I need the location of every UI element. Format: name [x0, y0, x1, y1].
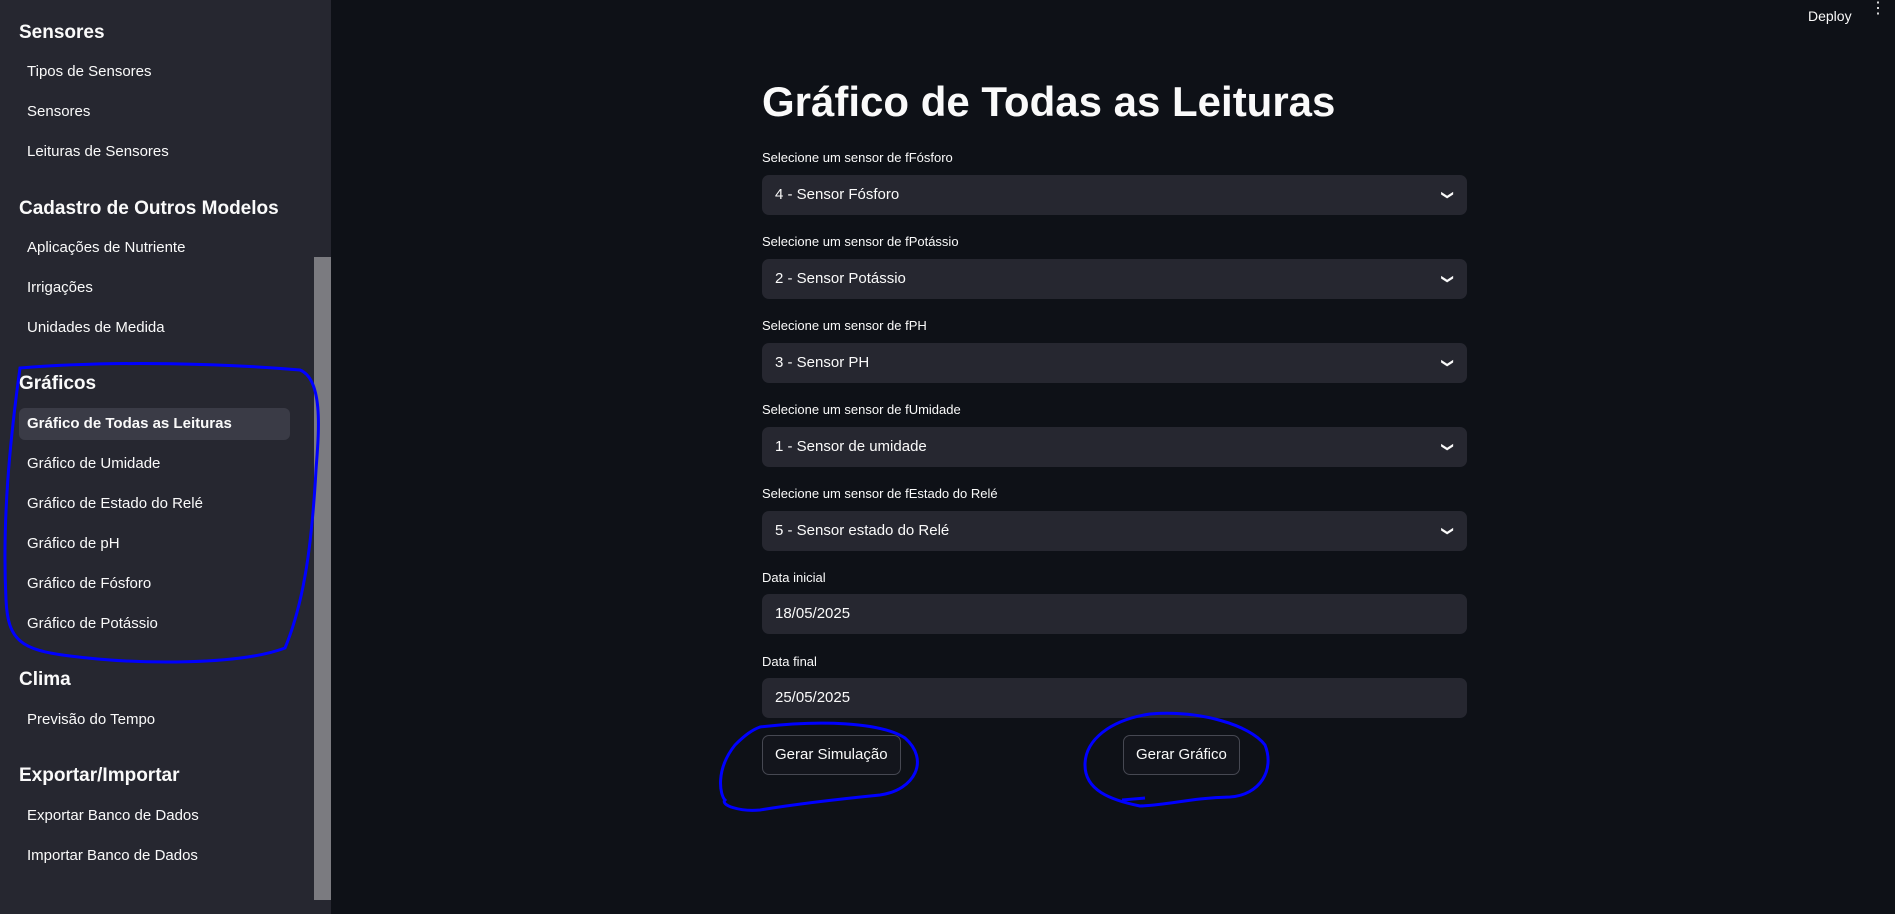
sidebar-item-unidades[interactable]: Unidades de Medida: [19, 312, 290, 344]
sidebar-item-aplicacoes[interactable]: Aplicações de Nutriente: [19, 232, 290, 264]
sidebar-scrollbar[interactable]: [314, 257, 331, 900]
select-label-rele: Selecione um sensor de fEstado do Relé: [762, 486, 998, 501]
chevron-down-icon: ❯: [1440, 525, 1455, 537]
sidebar-item-sensores[interactable]: Sensores: [19, 96, 290, 128]
chevron-down-icon: ❯: [1440, 357, 1455, 369]
select-value: 3 - Sensor PH: [775, 354, 870, 371]
sidebar-item-exportar[interactable]: Exportar Banco de Dados: [19, 800, 290, 832]
chevron-down-icon: ❯: [1440, 273, 1455, 285]
sidebar-item-fosforo[interactable]: Gráfico de Fósforo: [19, 568, 290, 600]
section-graficos: Gráficos: [19, 373, 97, 394]
select-ph[interactable]: 3 - Sensor PH ❯: [762, 343, 1467, 383]
sidebar-item-ph[interactable]: Gráfico de pH: [19, 528, 290, 560]
section-cadastro: Cadastro de Outros Modelos: [19, 198, 279, 219]
sidebar-item-importar[interactable]: Importar Banco de Dados: [19, 840, 290, 872]
select-value: 5 - Sensor estado do Relé: [775, 522, 950, 539]
select-umidade[interactable]: 1 - Sensor de umidade ❯: [762, 427, 1467, 467]
select-value: 4 - Sensor Fósforo: [775, 186, 900, 203]
sidebar-item-potassio[interactable]: Gráfico de Potássio: [19, 608, 290, 640]
chevron-down-icon: ❯: [1440, 441, 1455, 453]
generate-simulation-button[interactable]: Gerar Simulação: [762, 735, 901, 775]
sidebar-item-rele[interactable]: Gráfico de Estado do Relé: [19, 488, 290, 520]
chevron-down-icon: ❯: [1440, 189, 1455, 201]
date-start-input[interactable]: 18/05/2025: [762, 594, 1467, 634]
main-menu-icon[interactable]: ⋮: [1870, 1, 1886, 17]
sidebar-item-todas-leituras[interactable]: Gráfico de Todas as Leituras: [19, 408, 290, 440]
page-title: Gráfico de Todas as Leituras: [762, 78, 1336, 125]
generate-chart-button[interactable]: Gerar Gráfico: [1123, 735, 1240, 775]
section-sensores: Sensores: [19, 22, 105, 43]
date-end-input[interactable]: 25/05/2025: [762, 678, 1467, 718]
sidebar-item-previsao[interactable]: Previsão do Tempo: [19, 704, 290, 736]
select-fosforo[interactable]: 4 - Sensor Fósforo ❯: [762, 175, 1467, 215]
sidebar-item-irrigacoes[interactable]: Irrigações: [19, 272, 290, 304]
date-start-label: Data inicial: [762, 570, 826, 585]
sidebar-item-tipos-sensores[interactable]: Tipos de Sensores: [19, 56, 290, 88]
date-end-label: Data final: [762, 654, 817, 669]
sidebar-item-leituras[interactable]: Leituras de Sensores: [19, 136, 290, 168]
section-exportar: Exportar/Importar: [19, 765, 180, 786]
select-value: 2 - Sensor Potássio: [775, 270, 906, 287]
select-label-ph: Selecione um sensor de fPH: [762, 318, 927, 333]
select-rele[interactable]: 5 - Sensor estado do Relé ❯: [762, 511, 1467, 551]
section-clima: Clima: [19, 669, 71, 690]
select-label-umidade: Selecione um sensor de fUmidade: [762, 402, 961, 417]
select-label-potassio: Selecione um sensor de fPotássio: [762, 234, 959, 249]
deploy-button[interactable]: Deploy: [1808, 8, 1852, 24]
select-potassio[interactable]: 2 - Sensor Potássio ❯: [762, 259, 1467, 299]
sidebar: Sensores Tipos de Sensores Sensores Leit…: [0, 0, 331, 914]
select-value: 1 - Sensor de umidade: [775, 438, 927, 455]
select-label-fosforo: Selecione um sensor de fFósforo: [762, 150, 953, 165]
sidebar-item-umidade[interactable]: Gráfico de Umidade: [19, 448, 290, 480]
